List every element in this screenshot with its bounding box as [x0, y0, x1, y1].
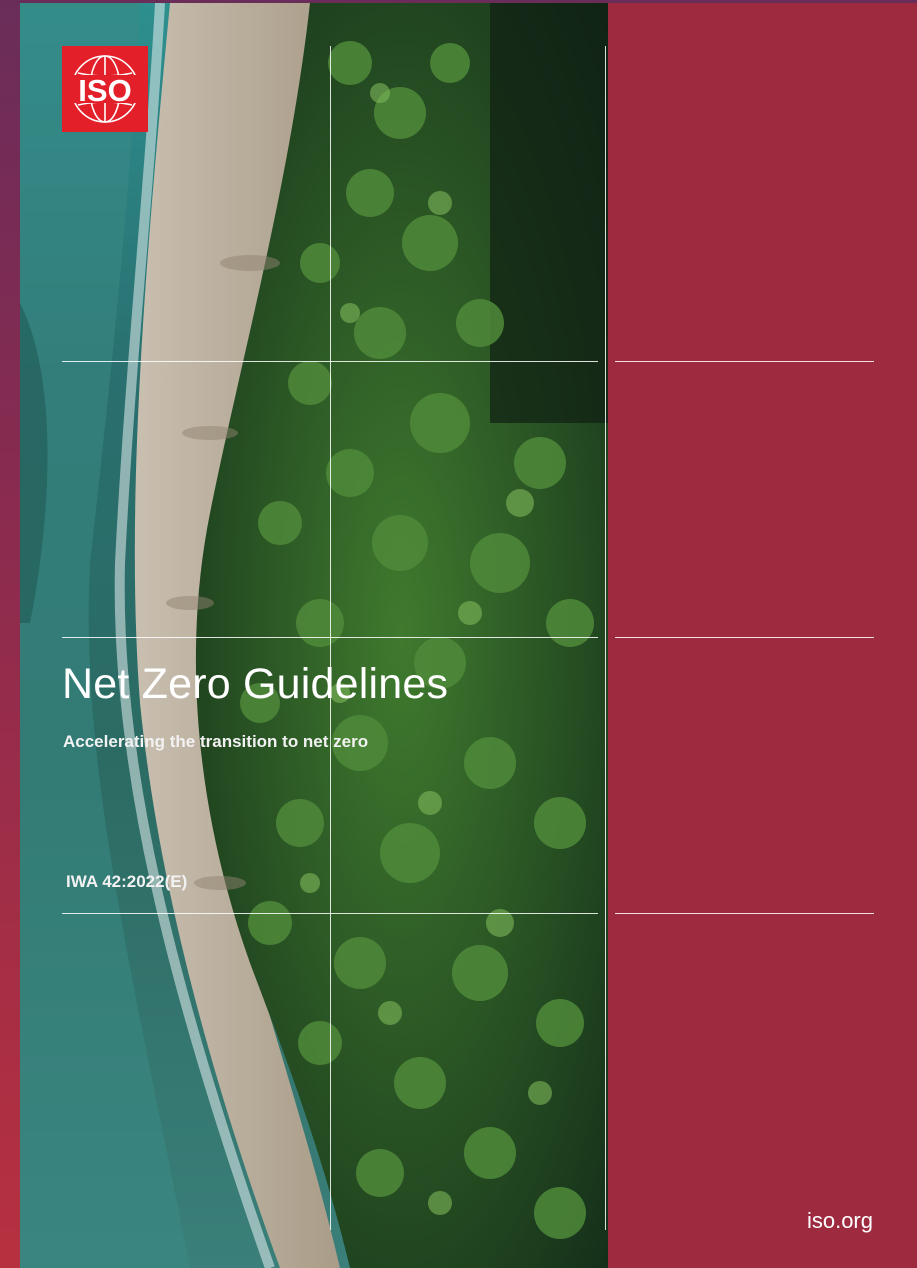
left-edge-strip	[0, 0, 20, 1268]
grid-line	[330, 46, 331, 1230]
grid-line	[615, 913, 874, 914]
logo-text: ISO	[78, 73, 131, 108]
cover-page: ISO Net Zero Guidelines Accelerating the…	[0, 0, 917, 1268]
document-title: Net Zero Guidelines	[62, 660, 449, 708]
website-link[interactable]: iso.org	[807, 1208, 873, 1234]
document-subtitle: Accelerating the transition to net zero	[63, 732, 369, 751]
aerial-beach-palm-forest-image	[20, 3, 608, 1268]
iso-globe-logo-icon: ISO	[62, 46, 148, 132]
document-number: IWA 42:2022(E)	[66, 872, 188, 891]
grid-line	[605, 46, 606, 1230]
right-color-panel	[608, 3, 917, 1268]
grid-line	[615, 637, 874, 638]
grid-line	[615, 361, 874, 362]
